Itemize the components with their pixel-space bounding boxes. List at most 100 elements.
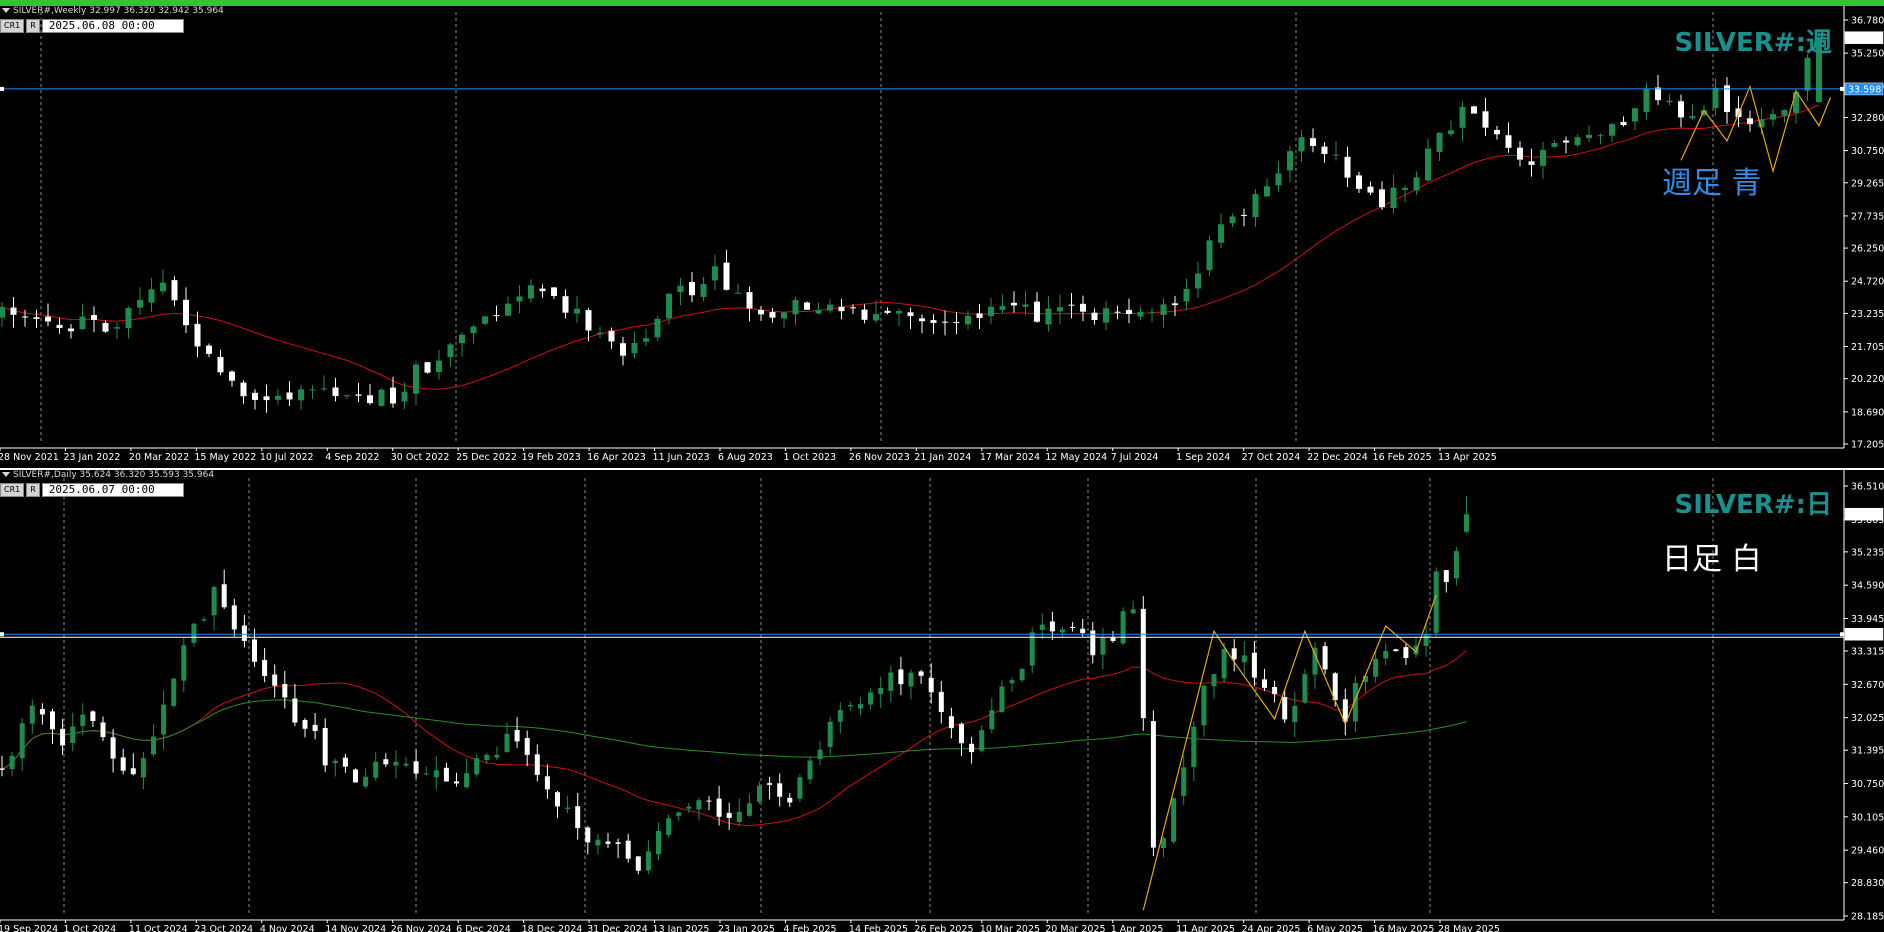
candle	[275, 388, 281, 405]
candle	[948, 707, 954, 739]
candle	[302, 718, 308, 738]
weekly-date-field[interactable]: 2025.06.08 00:00	[41, 19, 184, 33]
candle	[1379, 181, 1385, 210]
collapse-triangle-icon[interactable]	[2, 472, 10, 477]
candle	[1130, 600, 1136, 615]
weekly-chart-pane[interactable]: 36.78035.25033.72032.28030.75029.26527.7…	[0, 6, 1884, 468]
y-tick-label: 30.750	[1851, 146, 1884, 157]
candle	[70, 712, 76, 752]
candle	[1262, 668, 1267, 692]
candle	[1482, 97, 1489, 136]
daily-chart-svg[interactable]: 36.51035.86535.23534.59033.94533.31532.6…	[0, 470, 1884, 932]
collapse-triangle-icon[interactable]	[2, 8, 10, 13]
candle	[615, 838, 621, 859]
candle	[140, 751, 146, 789]
weekly-cr-button[interactable]: CR1	[0, 19, 25, 33]
weekly-chart-svg[interactable]: 36.78035.25033.72032.28030.75029.26527.7…	[0, 6, 1884, 468]
candle	[1413, 171, 1420, 196]
candle	[605, 832, 611, 849]
candle	[696, 797, 702, 821]
candle	[1091, 308, 1098, 325]
x-tick-label: 16 Feb 2025	[1373, 452, 1432, 463]
x-tick-label: 14 Feb 2025	[849, 924, 908, 932]
candle	[1090, 622, 1096, 664]
weekly-r-button[interactable]: R	[26, 19, 40, 33]
candle	[930, 314, 937, 334]
candle	[292, 683, 298, 727]
candle	[262, 647, 268, 683]
candle	[528, 279, 534, 303]
candle	[938, 681, 944, 724]
candle	[999, 294, 1006, 314]
daily-r-button[interactable]: R	[26, 483, 40, 497]
y-tick-label: 29.460	[1851, 846, 1884, 857]
candle	[643, 328, 649, 347]
candle	[464, 758, 470, 789]
candle	[1597, 133, 1604, 145]
daily-cr-button[interactable]: CR1	[0, 483, 25, 497]
svg-text:35.964: 35.964	[1848, 510, 1881, 521]
candle	[544, 764, 550, 799]
candle	[493, 305, 500, 322]
candle	[474, 754, 480, 777]
daily-annotation: 日足 白	[1662, 542, 1762, 577]
x-tick-label: 1 Apr 2025	[1111, 924, 1164, 932]
candle	[953, 312, 960, 335]
candle	[1218, 213, 1224, 248]
svg-text:35.964: 35.964	[1848, 33, 1881, 44]
candle	[1804, 54, 1811, 102]
candle	[1275, 161, 1282, 192]
candle	[1011, 291, 1017, 313]
y-tick-label: 23.235	[1851, 309, 1884, 320]
daily-chart-pane[interactable]: 36.51035.86535.23534.59033.94533.31532.6…	[0, 470, 1884, 932]
daily-date-field[interactable]: 2025.06.07 00:00	[41, 483, 184, 497]
candle	[1643, 82, 1650, 121]
y-tick-label: 36.780	[1851, 16, 1884, 27]
candle	[1140, 596, 1146, 731]
candle	[928, 663, 934, 704]
x-tick-label: 10 Mar 2025	[980, 924, 1040, 932]
candle	[1459, 100, 1466, 141]
candle	[1080, 295, 1086, 322]
candle	[1045, 295, 1052, 332]
candle	[726, 802, 732, 830]
x-tick-label: 21 Jan 2024	[914, 452, 971, 463]
svg-text:33.598: 33.598	[1848, 84, 1881, 95]
candle	[447, 342, 454, 368]
candle	[781, 312, 787, 329]
y-tick-label: 35.250	[1851, 49, 1884, 60]
y-tick-label: 33.315	[1851, 647, 1884, 658]
candle	[797, 774, 803, 802]
candle	[171, 678, 177, 708]
candle	[1009, 677, 1015, 692]
x-tick-label: 4 Sep 2022	[325, 452, 379, 463]
candle	[1181, 755, 1187, 805]
y-tick-label: 33.945	[1851, 614, 1884, 625]
candle	[1272, 680, 1278, 703]
candle	[1321, 142, 1328, 163]
candle	[1356, 171, 1362, 194]
candle	[1292, 691, 1298, 737]
candle	[355, 382, 362, 402]
candle	[792, 296, 799, 325]
candle	[746, 793, 752, 817]
candle	[827, 299, 833, 313]
candle	[969, 736, 975, 764]
candle	[516, 285, 523, 314]
candle	[1206, 235, 1213, 277]
candle	[1150, 710, 1156, 857]
candle	[217, 349, 224, 376]
candle	[868, 688, 874, 710]
candle	[286, 381, 293, 407]
candle	[1298, 130, 1305, 163]
candle	[539, 284, 546, 298]
candle	[1019, 667, 1025, 682]
candle	[0, 755, 5, 777]
candle	[1057, 294, 1063, 324]
candle	[620, 336, 626, 366]
candle	[459, 331, 465, 357]
candle	[1149, 307, 1155, 322]
candle	[1433, 567, 1439, 637]
candle	[161, 690, 167, 750]
candle	[403, 756, 409, 768]
